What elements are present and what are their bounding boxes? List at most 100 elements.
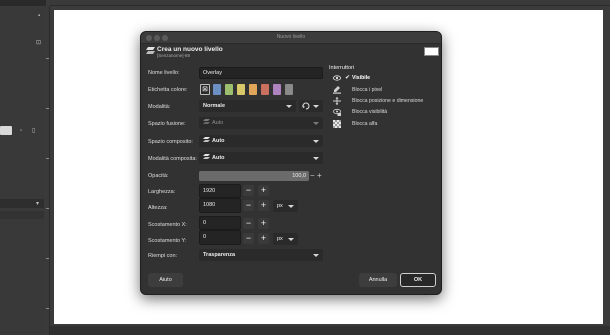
new-layer-dialog: Nuovo livello Crea un nuovo livello [Sen… — [140, 31, 442, 295]
dock-tab-icon[interactable] — [0, 126, 12, 135]
width-label: Larghezza: — [148, 189, 176, 195]
color-tag-swatch[interactable] — [285, 84, 293, 95]
offset-y-decrement-button[interactable]: − — [243, 233, 254, 244]
vertical-ruler — [44, 6, 50, 335]
layer-stack-icon — [203, 119, 210, 125]
height-increment-button[interactable]: + — [258, 200, 269, 211]
composite-space-value: Auto — [212, 138, 225, 144]
image-name-subtitle: [Senzanome]-88 — [157, 53, 191, 58]
fill-select[interactable]: Trasparenza — [199, 249, 323, 261]
image-thumbnail — [424, 47, 439, 56]
ruler-tick — [46, 58, 49, 59]
opacity-slider[interactable]: 100,0 — [199, 171, 309, 181]
blend-space-value: Auto — [212, 120, 224, 126]
mode-switch-icon — [302, 102, 310, 110]
switch-lock-pixels[interactable]: Blocca i pixel — [333, 86, 438, 95]
offset-x-decrement-button[interactable]: − — [243, 218, 254, 229]
switch-lock-visibility[interactable]: Blocca visibilità — [333, 108, 438, 117]
brush-lock-icon — [333, 86, 341, 94]
opacity-increment-button[interactable]: + — [317, 171, 323, 181]
color-tag-swatch[interactable] — [273, 84, 281, 95]
height-decrement-button[interactable]: − — [243, 200, 254, 211]
height-label: Altezza: — [148, 205, 168, 211]
left-dock-top — [0, 0, 46, 6]
move-lock-icon — [333, 97, 341, 105]
switch-label: Visibile — [352, 75, 371, 81]
layer-name-input[interactable]: Overlay — [199, 67, 323, 79]
ruler-tick — [46, 158, 49, 159]
offset-y-label: Scostamento Y: — [148, 238, 187, 244]
layer-stack-icon — [203, 154, 210, 160]
chevron-down-icon — [288, 205, 294, 208]
mode-label: Modalità: — [148, 104, 171, 110]
window-titlebar: Nuovo livello — [141, 32, 441, 44]
dock-dropdown-icon[interactable]: ▾ — [36, 201, 39, 207]
fill-label: Riempi con: — [148, 253, 178, 259]
eye-icon — [333, 75, 341, 81]
layer-stack-icon — [203, 137, 210, 143]
opacity-decrement-button[interactable]: − — [310, 171, 316, 181]
eye-lock-icon — [333, 108, 341, 116]
dock-field-2[interactable] — [0, 211, 44, 219]
composite-mode-select[interactable]: Auto — [199, 152, 323, 164]
alpha-checker-icon — [333, 120, 341, 128]
color-tag-label: Etichetta colore: — [148, 87, 188, 93]
dock-doc-icon[interactable]: ▫ — [20, 128, 22, 134]
color-tag-swatch[interactable] — [225, 84, 233, 95]
switch-lock-position[interactable]: Blocca posizione e dimensione — [333, 97, 438, 106]
opacity-label: Opacità: — [148, 173, 169, 179]
mode-group-select[interactable] — [299, 100, 323, 112]
chevron-down-icon — [313, 254, 319, 257]
color-tag-swatch[interactable] — [261, 84, 269, 95]
offset-unit-select[interactable]: px — [273, 233, 298, 245]
ok-button[interactable]: OK — [400, 273, 436, 287]
chevron-down-icon — [288, 238, 294, 241]
color-tag-swatch[interactable] — [237, 84, 245, 95]
cancel-button[interactable]: Annulla — [359, 273, 397, 287]
dock-page-icon[interactable]: ▯ — [32, 128, 35, 134]
chevron-down-icon — [313, 105, 319, 108]
ruler-tick — [46, 108, 49, 109]
opacity-value: 100,0 — [292, 173, 306, 179]
horizontal-ruler — [50, 0, 610, 6]
offset-x-increment-button[interactable]: + — [258, 218, 269, 229]
switch-lock-alpha[interactable]: Blocca alfa — [333, 120, 438, 129]
ruler-tick — [46, 258, 49, 259]
layer-name-label: Nome livello: — [148, 70, 180, 76]
size-unit-select[interactable]: px — [273, 200, 298, 212]
help-button[interactable]: Aiuto — [148, 273, 183, 287]
offset-x-input[interactable]: 0 — [199, 216, 241, 230]
blend-space-select[interactable]: Auto — [199, 117, 323, 129]
composite-mode-label: Modalità composita: — [148, 156, 197, 162]
width-decrement-button[interactable]: − — [243, 185, 254, 196]
color-tag-none[interactable]: ⊠ — [200, 84, 210, 95]
switch-label: Blocca posizione e dimensione — [352, 98, 424, 104]
dock-config-icon[interactable]: ⊡ — [36, 40, 41, 46]
mode-select[interactable]: Normale — [199, 100, 296, 112]
ruler-tick — [46, 208, 49, 209]
switches-heading: Interruttori — [329, 65, 355, 71]
offset-y-increment-button[interactable]: + — [258, 233, 269, 244]
switch-label: Blocca visibilità — [352, 109, 388, 115]
switch-label: Blocca alfa — [352, 121, 378, 127]
composite-space-select[interactable]: Auto — [199, 135, 323, 147]
width-increment-button[interactable]: + — [258, 185, 269, 196]
blend-space-label: Spazio fusione: — [148, 121, 186, 127]
visible-check-icon: ✔ — [345, 75, 351, 81]
mode-value: Normale — [203, 103, 226, 109]
dock-dash-icon[interactable]: ▪ — [38, 13, 40, 19]
chevron-down-icon — [313, 122, 319, 125]
offset-y-input[interactable]: 0 — [199, 230, 241, 245]
left-dock-panel — [0, 0, 46, 335]
switch-visible[interactable]: ✔ Visibile — [333, 74, 438, 83]
color-tag-swatch[interactable] — [213, 84, 221, 95]
switch-label: Blocca i pixel — [352, 87, 383, 93]
height-input[interactable]: 1080 — [199, 198, 241, 213]
offset-x-label: Scostamento X: — [148, 222, 187, 228]
color-tag-swatch[interactable] — [249, 84, 257, 95]
chevron-down-icon — [313, 140, 319, 143]
canvas-bottom-bar — [50, 326, 610, 335]
width-input[interactable]: 1920 — [199, 184, 241, 198]
fill-value: Trasparenza — [203, 252, 236, 258]
composite-space-label: Spazio composito: — [148, 139, 193, 145]
